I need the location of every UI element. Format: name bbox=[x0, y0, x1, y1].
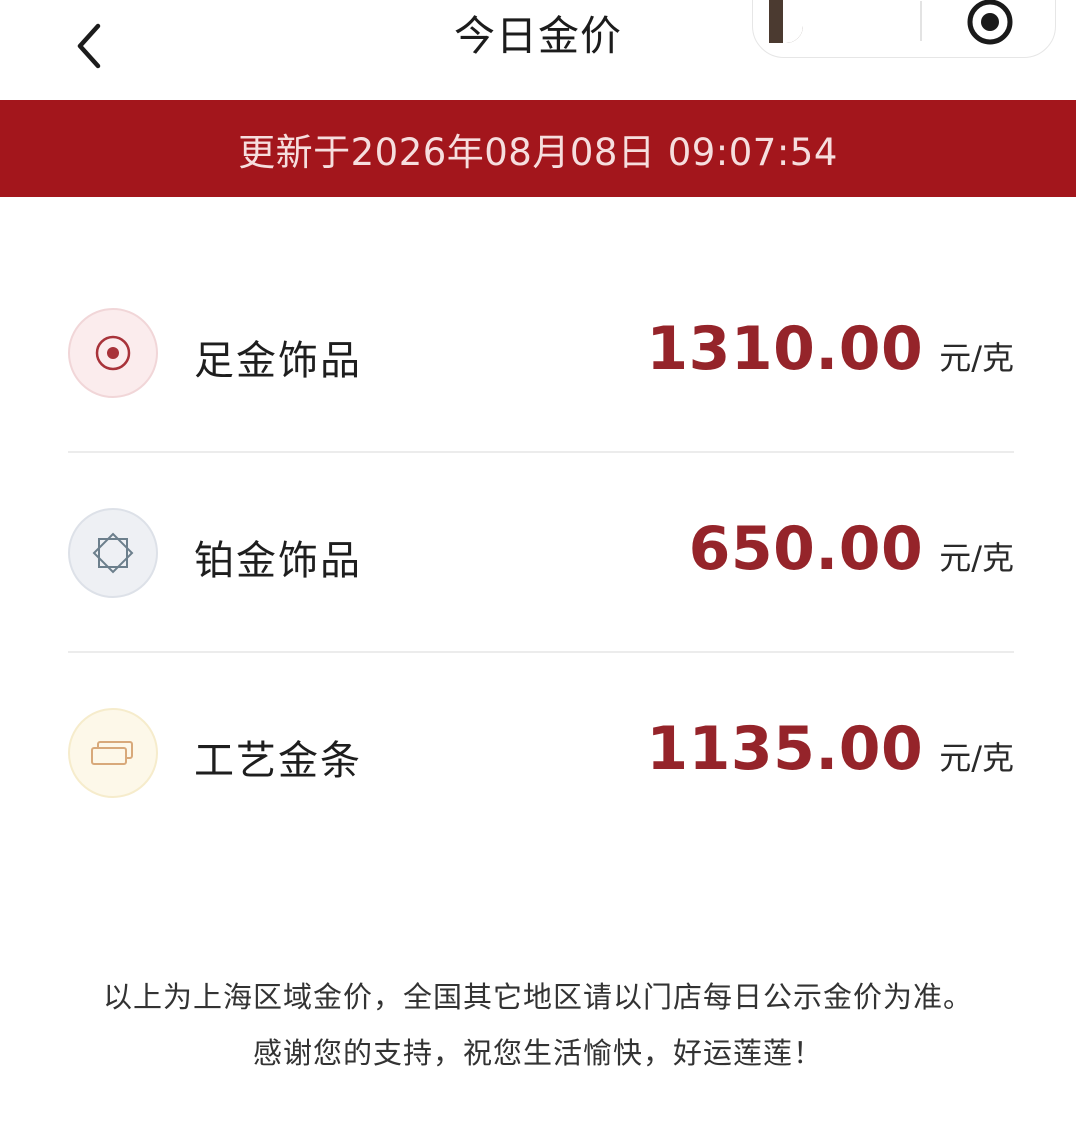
gold-price-page: 今日金价 更新于2026年08月08日 09:07:54 足金饰品 1310.0… bbox=[0, 0, 1076, 1121]
capsule-divider bbox=[920, 1, 922, 41]
price-unit: 元/克 bbox=[939, 339, 1014, 377]
price-row-gold: 足金饰品 1310.00 元/克 bbox=[68, 252, 1014, 452]
price-unit: 元/克 bbox=[939, 539, 1014, 577]
footer-note: 以上为上海区域金价，全国其它地区请以门店每日公示金价为准。 bbox=[102, 980, 973, 1014]
footer-thanks: 感谢您的支持，祝您生活愉快，好运莲莲！ bbox=[252, 1036, 823, 1070]
price-group: 1135.00 元/克 bbox=[646, 714, 1014, 784]
mini-program-capsule bbox=[752, 0, 1056, 58]
price-value: 1310.00 bbox=[646, 314, 924, 384]
item-name: 铂金饰品 bbox=[194, 538, 362, 584]
price-group: 1310.00 元/克 bbox=[646, 314, 1014, 384]
update-time: 更新于2026年08月08日 09:07:54 bbox=[238, 130, 838, 174]
price-value: 650.00 bbox=[688, 514, 924, 584]
avatar[interactable] bbox=[769, 0, 803, 43]
gold-bar-icon bbox=[68, 708, 158, 798]
nav-header: 今日金价 bbox=[0, 0, 1076, 100]
item-name: 足金饰品 bbox=[194, 338, 362, 384]
price-group: 650.00 元/克 bbox=[689, 514, 1014, 584]
item-name: 工艺金条 bbox=[194, 738, 362, 784]
platinum-diamond-icon bbox=[68, 508, 158, 598]
target-icon bbox=[967, 0, 1013, 45]
update-banner: 更新于2026年08月08日 09:07:54 bbox=[0, 100, 1076, 197]
price-row-platinum: 铂金饰品 650.00 元/克 bbox=[68, 452, 1014, 652]
price-value: 1135.00 bbox=[646, 714, 924, 784]
price-unit: 元/克 bbox=[939, 739, 1014, 777]
gold-ring-icon bbox=[68, 308, 158, 398]
close-button[interactable] bbox=[965, 0, 1015, 47]
price-row-gold-bar: 工艺金条 1135.00 元/克 bbox=[68, 652, 1014, 852]
